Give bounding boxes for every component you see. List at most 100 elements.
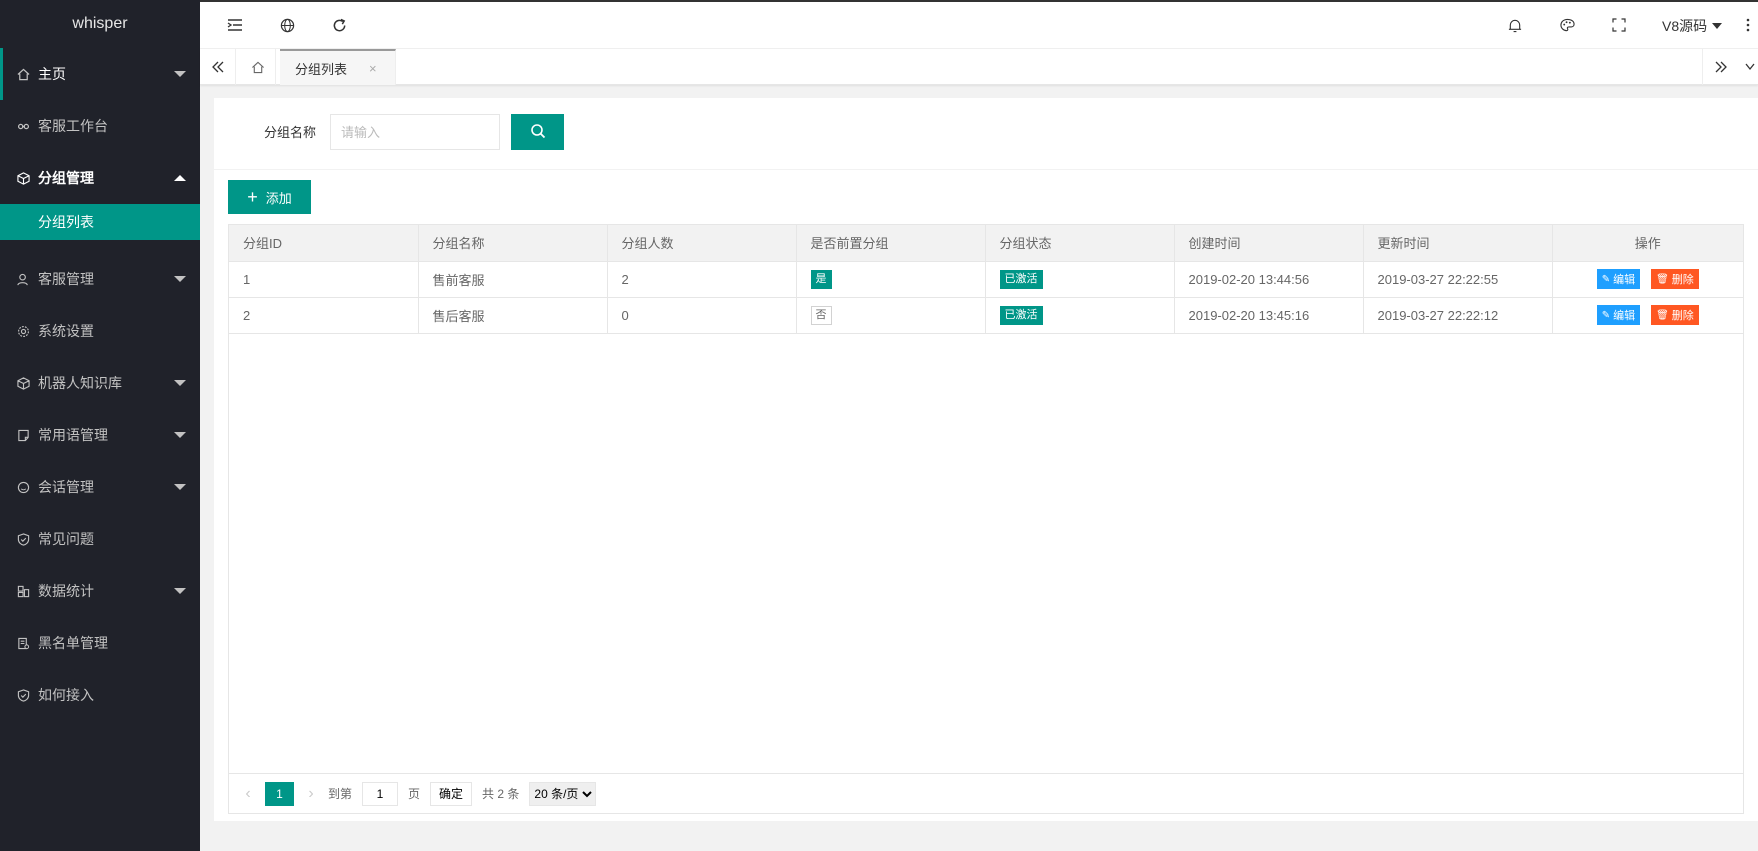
cube-icon (15, 170, 31, 186)
cell-group-name: 售后客服 (418, 297, 608, 334)
sidebar-item-group-management[interactable]: 分组管理 (0, 152, 200, 204)
refresh-icon[interactable] (328, 14, 350, 36)
blacklist-icon (15, 635, 31, 651)
column-header[interactable]: 分组状态 (985, 225, 1175, 262)
sidebar-item-statistics[interactable]: 数据统计 (0, 565, 200, 617)
sidebar-item-label: 主页 (38, 66, 66, 82)
tab-label: 分组列表 (295, 61, 348, 77)
sidebar-item-label: 机器人知识库 (38, 375, 122, 391)
palette-icon[interactable] (1556, 14, 1578, 36)
sidebar-item-robot-kb[interactable]: 机器人知识库 (0, 357, 200, 409)
sidebar-item-faq[interactable]: 常见问题 (0, 513, 200, 565)
sidebar-item-label: 如何接入 (38, 687, 94, 703)
cell-group-id: 1 (229, 261, 419, 298)
table-row: 2 售后客服 0 否 已激活 2019-02-20 13:45:16 2019-… (229, 297, 1743, 334)
table-header-row: 分组ID 分组名称 分组人数 是否前置分组 分组状态 创建时间 更新时间 操作 (229, 225, 1743, 262)
search-icon (530, 123, 546, 142)
sidebar-item-label: 系统设置 (38, 323, 94, 339)
tabs-menu-icon[interactable] (1742, 49, 1758, 85)
search-button[interactable] (511, 114, 564, 150)
chevron-down-icon (174, 588, 186, 594)
top-header: V8源码 (200, 2, 1758, 49)
user-menu[interactable]: V8源码 (1662, 16, 1723, 36)
goto-confirm-button[interactable]: 确定 (430, 781, 473, 806)
group-name-input[interactable] (330, 114, 500, 150)
sidebar-item-system-settings[interactable]: 系统设置 (0, 305, 200, 357)
tab-home-icon[interactable] (240, 49, 276, 85)
sidebar-item-sessions[interactable]: 会话管理 (0, 461, 200, 513)
cell-updated: 2019-03-27 22:22:55 (1363, 261, 1553, 298)
sidebar-item-phrases[interactable]: 常用语管理 (0, 409, 200, 461)
menu-collapse-icon[interactable] (224, 14, 246, 36)
user-icon (15, 271, 31, 287)
column-header[interactable]: 创建时间 (1174, 225, 1364, 262)
delete-button[interactable]: 🗑 删除 (1651, 269, 1699, 289)
globe-icon[interactable] (276, 14, 298, 36)
cube-icon (15, 375, 31, 391)
cell-status: 已激活 (985, 297, 1175, 334)
chevron-down-icon (174, 71, 186, 77)
table-row: 1 售前客服 2 是 已激活 2019-02-20 13:44:56 2019-… (229, 261, 1743, 298)
cell-group-name: 售前客服 (418, 261, 608, 298)
pencil-icon: ✎ (1601, 273, 1611, 285)
bell-icon[interactable] (1504, 14, 1526, 36)
trash-icon: 🗑 (1656, 309, 1669, 321)
column-header[interactable]: 分组ID (229, 225, 419, 262)
column-header: 操作 (1552, 225, 1743, 262)
sidebar-item-label: 分组管理 (38, 170, 94, 186)
tabs-scroll-right-icon[interactable] (1702, 49, 1738, 85)
next-page-icon[interactable]: › (304, 785, 318, 803)
sidebar-item-label: 黑名单管理 (38, 635, 108, 651)
cell-status: 已激活 (985, 261, 1175, 298)
trash-icon: 🗑 (1656, 273, 1669, 285)
chevron-up-icon (174, 175, 186, 181)
prev-page-icon[interactable]: ‹ (241, 785, 255, 803)
cell-group-count: 0 (607, 297, 797, 334)
column-header[interactable]: 更新时间 (1363, 225, 1553, 262)
page-size-select[interactable]: 20 条/页 (529, 781, 597, 806)
sidebar-subitem-group-list[interactable]: 分组列表 (0, 204, 200, 240)
pagination: ‹ 1 › 到第 页 确定 共 2 条 20 条/页 (229, 773, 1743, 813)
tabs-bar: 分组列表 × (200, 49, 1758, 85)
column-header[interactable]: 分组名称 (418, 225, 608, 262)
column-header[interactable]: 分组人数 (607, 225, 797, 262)
tab-group-list[interactable]: 分组列表 × (280, 49, 396, 85)
sidebar-item-home[interactable]: 主页 (0, 48, 200, 100)
edit-button[interactable]: ✎ 编辑 (1596, 269, 1641, 289)
chevron-down-icon (174, 484, 186, 490)
sidebar-item-workbench[interactable]: 客服工作台 (0, 100, 200, 152)
sidebar-item-label: 会话管理 (38, 479, 94, 495)
cell-group-count: 2 (607, 261, 797, 298)
column-header[interactable]: 是否前置分组 (796, 225, 986, 262)
sidebar-item-agent-management[interactable]: 客服管理 (0, 253, 200, 305)
more-icon[interactable] (1740, 14, 1756, 36)
close-icon[interactable]: × (369, 61, 377, 76)
delete-button[interactable]: 🗑 删除 (1651, 305, 1699, 325)
delete-label: 删除 (1671, 274, 1694, 286)
sidebar-item-label: 常见问题 (38, 531, 94, 547)
chevron-down-icon (174, 276, 186, 282)
fullscreen-icon[interactable] (1608, 14, 1630, 36)
edit-label: 编辑 (1613, 310, 1636, 322)
sidebar-item-blacklist[interactable]: 黑名单管理 (0, 617, 200, 669)
shield-icon (15, 531, 31, 547)
link-icon (15, 118, 31, 134)
cell-front-group: 否 (796, 297, 986, 334)
sidebar-item-label: 数据统计 (38, 583, 94, 599)
home-icon (15, 66, 31, 82)
plus-icon: + (247, 187, 258, 207)
front-group-badge: 否 (810, 305, 832, 325)
search-label: 分组名称 (264, 125, 317, 140)
edit-button[interactable]: ✎ 编辑 (1596, 305, 1641, 325)
edit-label: 编辑 (1613, 274, 1636, 286)
sidebar-item-label: 客服管理 (38, 271, 94, 287)
tabs-scroll-left-icon[interactable] (200, 49, 236, 85)
gear-icon (15, 323, 31, 339)
add-group-button[interactable]: + 添加 (228, 180, 311, 214)
sidebar-item-label: 客服工作台 (38, 118, 108, 134)
page-current[interactable]: 1 (265, 781, 294, 806)
chat-icon (15, 479, 31, 495)
cell-group-id: 2 (229, 297, 419, 334)
goto-page-input[interactable] (362, 781, 399, 806)
sidebar-item-integration[interactable]: 如何接入 (0, 669, 200, 721)
